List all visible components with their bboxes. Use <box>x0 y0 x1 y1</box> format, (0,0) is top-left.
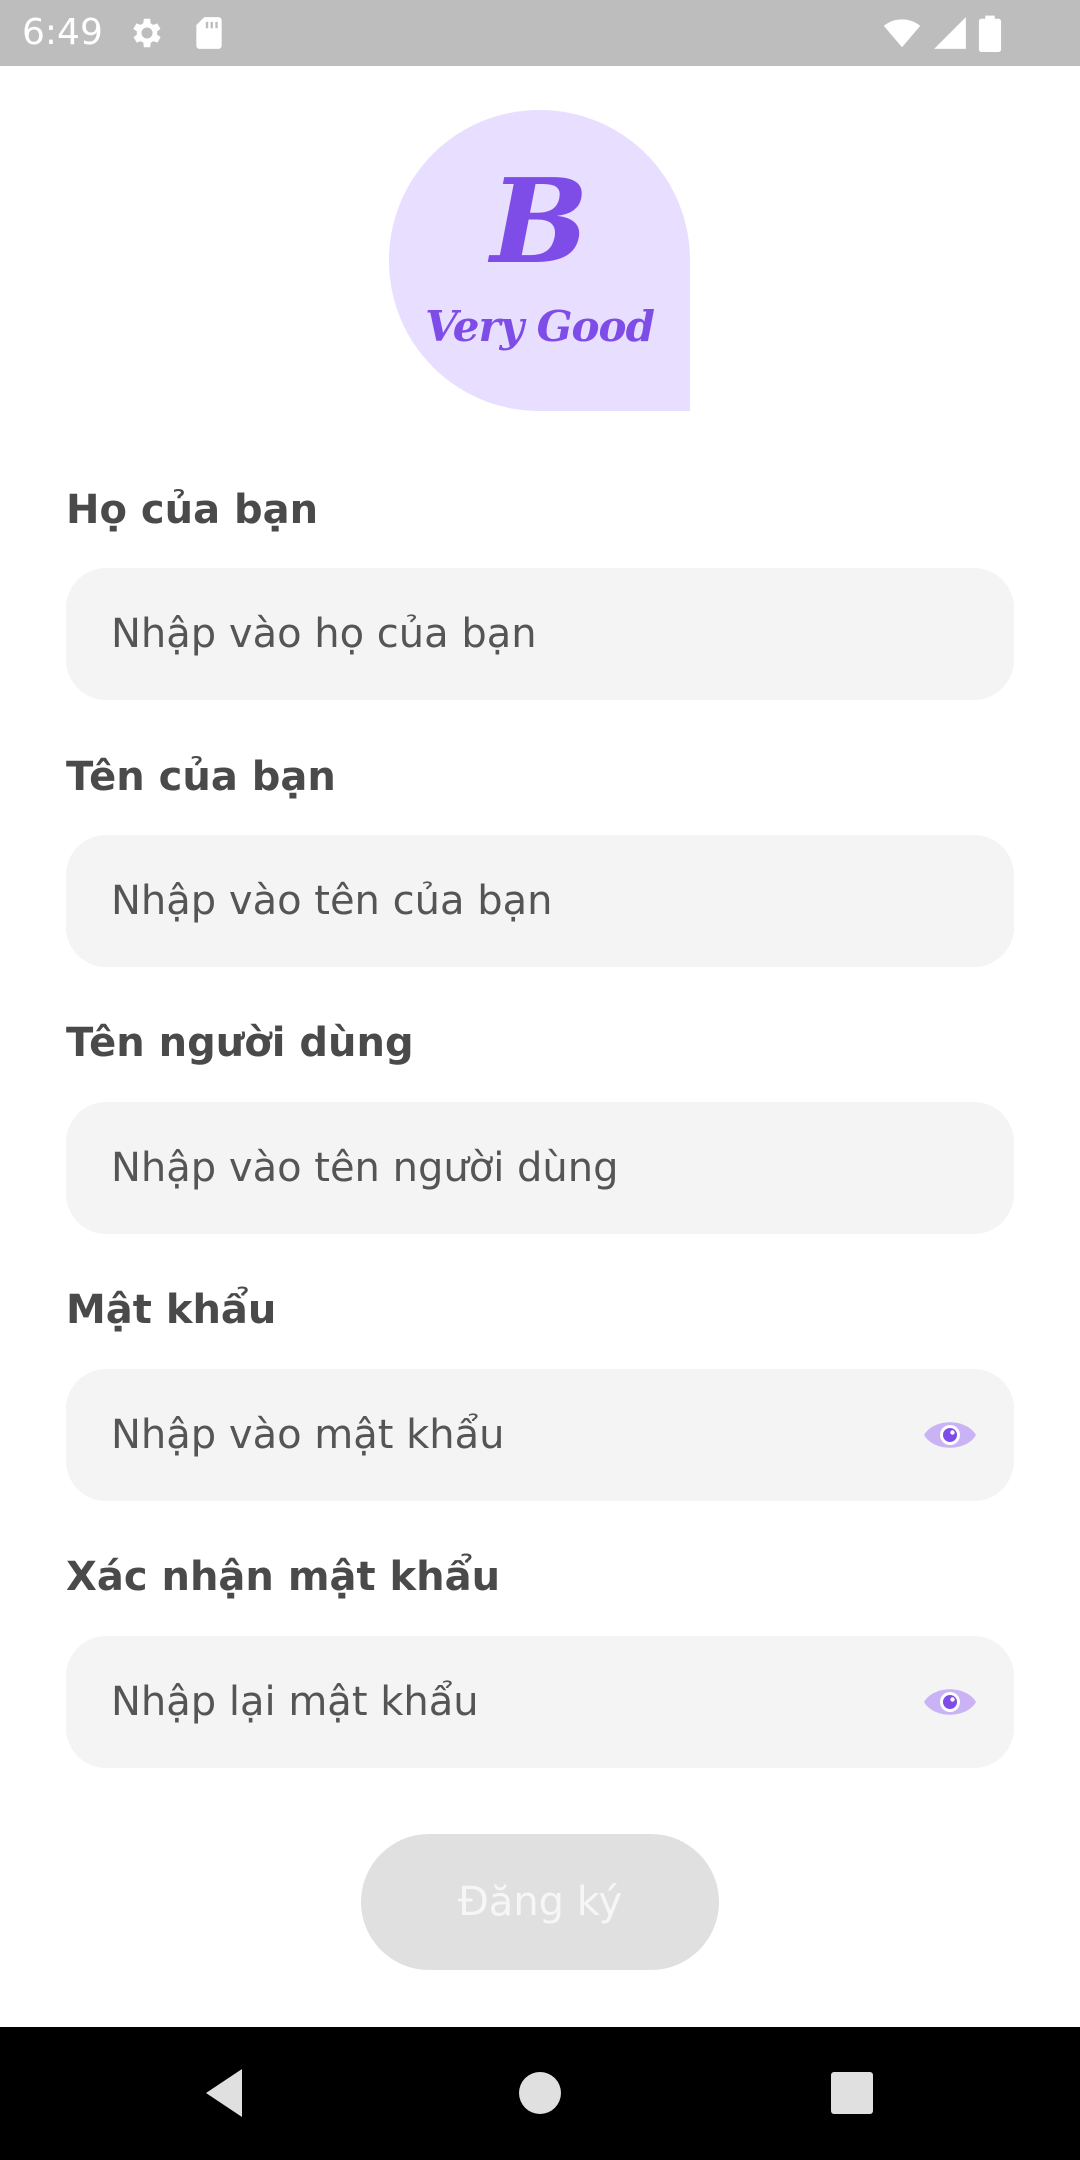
status-time: 6:49 <box>22 12 103 53</box>
signup-screen: 6:49 B Very Good Họ của bạn Nhập vào họ … <box>0 0 1080 2160</box>
signal-icon <box>930 14 970 52</box>
confirm-password-input[interactable]: Nhập lại mật khẩu <box>66 1636 1014 1768</box>
wifi-icon <box>880 14 924 52</box>
battery-icon <box>976 14 1004 52</box>
recents-icon[interactable] <box>822 2063 882 2123</box>
first-name-placeholder: Nhập vào tên của bạn <box>111 878 553 924</box>
logo-caption: Very Good <box>425 302 655 351</box>
gear-icon <box>128 14 166 52</box>
sd-card-icon <box>190 14 228 52</box>
back-icon[interactable] <box>196 2063 256 2123</box>
username-label: Tên người dùng <box>66 1020 414 1066</box>
password-placeholder: Nhập vào mật khẩu <box>111 1412 505 1458</box>
confirm-password-placeholder: Nhập lại mật khẩu <box>111 1679 479 1725</box>
first-name-input[interactable]: Nhập vào tên của bạn <box>66 835 1014 967</box>
app-logo: B Very Good <box>389 110 690 411</box>
navigation-bar <box>0 2027 1080 2160</box>
last-name-input[interactable]: Nhập vào họ của bạn <box>66 568 1014 700</box>
last-name-placeholder: Nhập vào họ của bạn <box>111 611 537 657</box>
password-input[interactable]: Nhập vào mật khẩu <box>66 1369 1014 1501</box>
username-placeholder: Nhập vào tên người dùng <box>111 1145 619 1191</box>
register-button[interactable]: Đăng ký <box>361 1834 719 1970</box>
password-visibility-eye-icon[interactable] <box>922 1411 978 1459</box>
password-label: Mật khẩu <box>66 1287 277 1333</box>
confirm-password-label: Xác nhận mật khẩu <box>66 1554 501 1600</box>
last-name-label: Họ của bạn <box>66 487 319 533</box>
logo-letter: B <box>490 154 589 290</box>
home-icon[interactable] <box>510 2063 570 2123</box>
status-bar: 6:49 <box>0 0 1080 66</box>
confirm-password-visibility-eye-icon[interactable] <box>922 1678 978 1726</box>
first-name-label: Tên của bạn <box>66 754 336 800</box>
username-input[interactable]: Nhập vào tên người dùng <box>66 1102 1014 1234</box>
